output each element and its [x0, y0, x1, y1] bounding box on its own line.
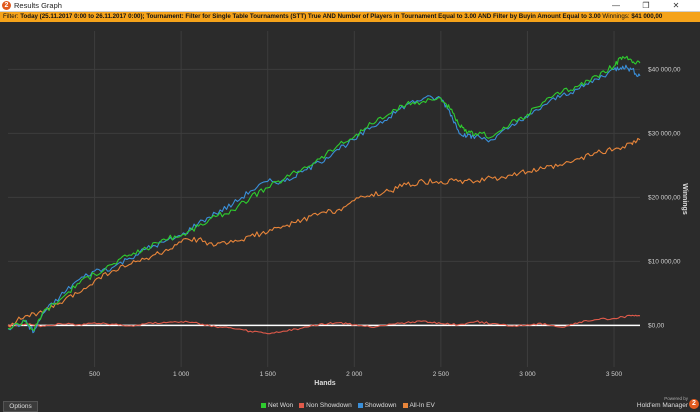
legend-item-label: Non Showdown: [306, 402, 352, 409]
winnings-value: $41 000,00: [631, 13, 663, 20]
filter-label: Filter:: [3, 13, 19, 20]
hm2-logo-icon: 2: [689, 399, 699, 409]
options-button[interactable]: Options: [3, 401, 38, 412]
series-line-showdown: [7, 64, 641, 334]
footer-bar: Options Net Won Non Showdown Showdown All-I…: [0, 396, 700, 412]
series-line-all-in-ev: [7, 137, 641, 328]
y-tick-label: $0,00: [648, 322, 665, 329]
y-tick-label: $10 000,00: [648, 258, 681, 265]
brand-name: Hold'em Manager: [636, 402, 688, 409]
x-tick-label: 500: [89, 371, 100, 378]
brand-powered-by: Powered by: [664, 396, 688, 401]
legend-item-label: Showdown: [364, 402, 397, 409]
brand: Powered by Hold'em Manager: [637, 395, 688, 409]
legend-item-label: All-In EV: [409, 402, 435, 409]
legend-swatch: [402, 402, 408, 408]
minimize-button[interactable]: —: [604, 0, 628, 11]
y-tick-label: $20 000,00: [648, 194, 681, 201]
x-tick-label: 3 500: [606, 371, 623, 378]
legend-swatch: [261, 402, 266, 408]
y-axis-label: Winnings: [681, 183, 688, 215]
window-titlebar: 2 Results Graph — ❐ ✕: [0, 0, 700, 12]
y-tick-label: $40 000,00: [648, 66, 681, 73]
series-line-net-won: [7, 55, 641, 332]
legend-item-label: Net Won: [268, 402, 294, 409]
x-tick-label: 1 000: [173, 371, 190, 378]
winnings-label: Winnings:: [602, 13, 630, 20]
window-title: Results Graph: [14, 1, 62, 10]
filter-bar[interactable]: Filter: Today (25.11.2017 0:00 to 26.11.…: [0, 12, 700, 22]
filter-text: Today (25.11.2017 0:00 to 26.11.2017 0:0…: [20, 13, 601, 20]
y-tick-label: $30 000,00: [648, 130, 681, 137]
close-button[interactable]: ✕: [664, 0, 688, 11]
hm2-logo-icon: 2: [2, 1, 11, 10]
x-tick-label: 1 500: [260, 371, 277, 378]
x-tick-label: 3 000: [519, 371, 536, 378]
x-tick-label: 2 500: [433, 371, 450, 378]
x-axis-label: Hands: [314, 380, 336, 387]
chart-legend: Net Won Non Showdown Showdown All-In EV: [255, 401, 435, 410]
results-graph[interactable]: 500 1 000 1 500 2 000 2 500 3 000 3 500 $0,00 $1…: [0, 23, 700, 399]
x-tick-label: 2 000: [346, 371, 363, 378]
results-chart-svg[interactable]: 500 1 000 1 500 2 000 2 500 3 000 3 500 $0,00 $1…: [0, 23, 700, 399]
legend-swatch: [357, 402, 363, 408]
series-line-non-showdown: [7, 314, 641, 335]
legend-swatch: [299, 402, 305, 408]
restore-button[interactable]: ❐: [634, 0, 658, 11]
